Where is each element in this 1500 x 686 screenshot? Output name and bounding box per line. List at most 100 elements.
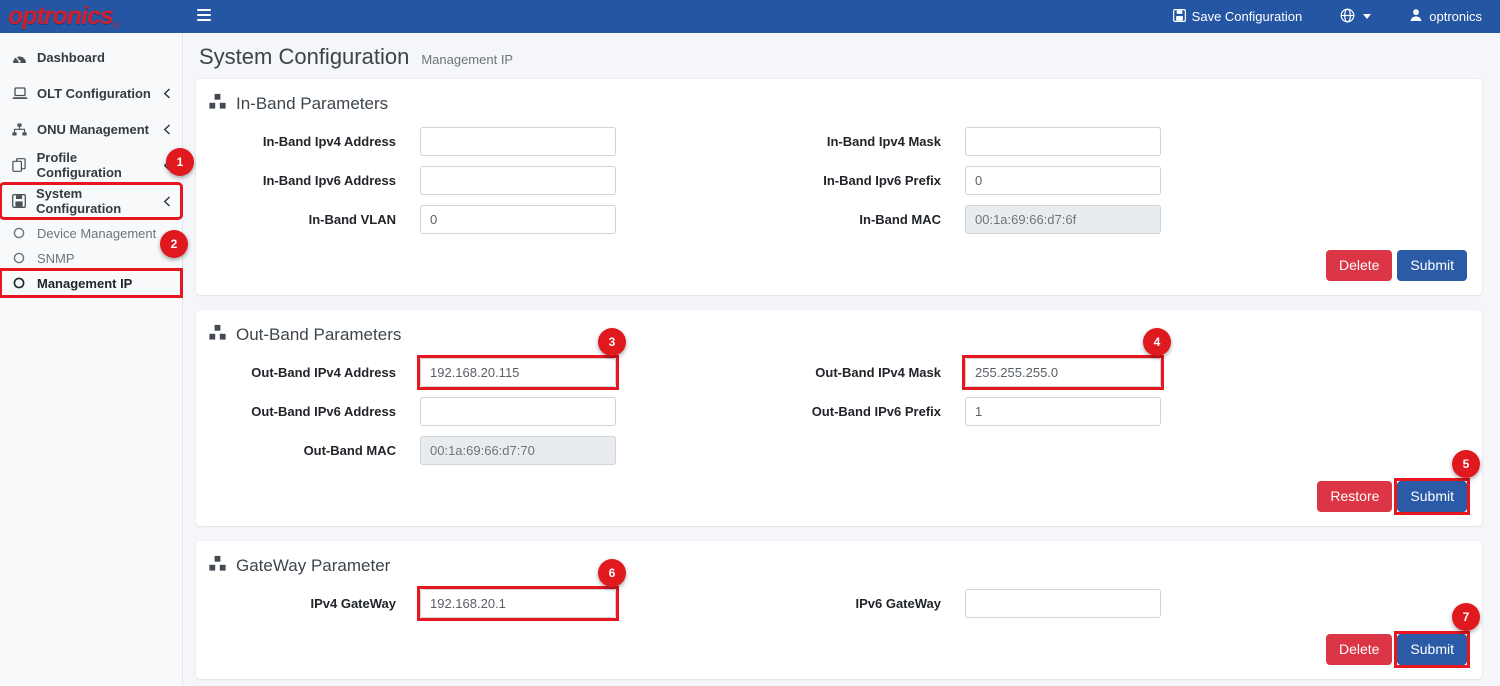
gateway-section-header: GateWay Parameter [206,549,1472,589]
main-content: System Configuration Management IP In-Ba… [183,0,1500,679]
inband-ipv6-address-input[interactable] [420,166,616,195]
chevron-left-icon [163,124,171,135]
circle-icon [13,227,27,239]
sidebar-subitem-management-ip[interactable]: Management IP [2,271,180,295]
user-menu[interactable]: optronics [1409,8,1482,25]
copy-icon [11,158,28,172]
save-configuration-button[interactable]: Save Configuration [1173,9,1303,25]
sidebar-subitem-device-management[interactable]: Device Management [2,221,180,245]
field-label: In-Band Ipv4 Mask [616,134,941,149]
gateway-submit-button[interactable]: Submit [1397,634,1467,665]
form-row: In-Band Ipv4 Address In-Band Ipv4 Mask [206,127,1472,156]
inband-section-header: In-Band Parameters [206,87,1472,127]
hamburger-icon [197,8,211,26]
sidebar: Dashboard OLT Configuration ONU Manageme… [0,33,183,686]
field-label: In-Band Ipv6 Address [206,173,396,188]
annotation-badge-6: 6 [598,559,626,587]
outband-submit-button[interactable]: Submit [1397,481,1467,512]
section-title: Out-Band Parameters [236,325,401,345]
sidebar-item-onu-management[interactable]: ONU Management [2,113,180,145]
inband-ipv4-mask-input[interactable] [965,127,1161,156]
field-label: Out-Band IPv4 Address [206,365,396,380]
inband-delete-button[interactable]: Delete [1326,250,1392,281]
brand-logo-text: optronics [8,4,113,29]
navbar-right: Save Configuration optronics [1173,8,1500,26]
sidebar-subitem-label: SNMP [37,251,75,266]
outband-restore-button[interactable]: Restore [1317,481,1392,512]
field-label: Out-Band MAC [206,443,396,458]
field-label: In-Band VLAN [206,212,396,227]
outband-section-header: Out-Band Parameters [206,318,1472,358]
sidebar-item-label: System Configuration [36,186,163,216]
form-row: Out-Band MAC [206,436,1472,465]
save-configuration-label: Save Configuration [1192,9,1303,24]
sidebar-item-profile-configuration[interactable]: Profile Configuration [2,149,180,181]
floppy-icon [1173,9,1186,25]
annotation-badge-2: 2 [160,230,188,258]
sidebar-toggle-button[interactable] [193,4,215,30]
annotation-badge-7: 7 [1452,603,1480,631]
floppy-icon [11,194,27,208]
inband-vlan-input[interactable] [420,205,616,234]
outband-ipv4-address-input[interactable] [420,358,616,387]
form-row: Out-Band IPv4 Address 3 Out-Band IPv4 Ma… [206,358,1472,387]
sidebar-item-label: ONU Management [37,122,149,137]
laptop-icon [11,87,28,100]
ipv6-gateway-input[interactable] [965,589,1161,618]
sidebar-item-label: Profile Configuration [37,150,163,180]
field-label: IPv6 GateWay [616,596,941,611]
sidebar-item-olt-configuration[interactable]: OLT Configuration [2,77,180,109]
sidebar-item-dashboard[interactable]: Dashboard [2,41,180,73]
sidebar-subitem-label: Device Management [37,226,156,241]
form-row: IPv4 GateWay 6 IPv6 GateWay [206,589,1472,618]
chevron-left-icon [163,196,171,207]
annotation-badge-4: 4 [1143,328,1171,356]
sidebar-subitem-snmp[interactable]: SNMP [2,246,180,270]
registered-trademark: ® [113,21,119,30]
user-icon [1409,8,1423,25]
field-label: Out-Band IPv6 Address [206,404,396,419]
form-row: In-Band Ipv6 Address In-Band Ipv6 Prefix [206,166,1472,195]
annotation-badge-3: 3 [598,328,626,356]
page-subtitle: Management IP [421,52,513,67]
top-navbar: optronics ® Save Configuration optronics [0,0,1500,33]
inband-button-row: Delete Submit [206,250,1467,281]
username-label: optronics [1429,9,1482,24]
cubes-icon [208,324,227,346]
inband-submit-button[interactable]: Submit [1397,250,1467,281]
form-row: Out-Band IPv6 Address Out-Band IPv6 Pref… [206,397,1472,426]
ipv4-gateway-input[interactable] [420,589,616,618]
field-label: In-Band Ipv6 Prefix [616,173,941,188]
field-label: In-Band MAC [616,212,941,227]
field-label: IPv4 GateWay [206,596,396,611]
section-title: In-Band Parameters [236,94,388,114]
cubes-icon [208,555,227,577]
field-label: Out-Band IPv4 Mask [616,365,941,380]
brand-logo[interactable]: optronics ® [0,0,183,33]
chevron-left-icon [163,88,171,99]
inband-ipv6-prefix-input[interactable] [965,166,1161,195]
circle-icon [13,252,27,264]
sitemap-icon [11,123,28,136]
globe-icon [1340,8,1355,26]
gateway-parameter-card: GateWay Parameter IPv4 GateWay 6 IPv6 Ga… [196,541,1482,679]
field-label: In-Band Ipv4 Address [206,134,396,149]
outband-parameters-card: Out-Band Parameters Out-Band IPv4 Addres… [196,310,1482,526]
page-title: System Configuration [199,44,409,70]
gateway-delete-button[interactable]: Delete [1326,634,1392,665]
outband-ipv6-prefix-input[interactable] [965,397,1161,426]
inband-mac-input [965,205,1161,234]
circle-icon [13,277,27,289]
form-row: In-Band VLAN In-Band MAC [206,205,1472,234]
gateway-button-row: Delete Submit 7 [206,634,1467,665]
sidebar-subitem-label: Management IP [37,276,132,291]
outband-ipv6-address-input[interactable] [420,397,616,426]
language-menu[interactable] [1340,8,1371,26]
inband-ipv4-address-input[interactable] [420,127,616,156]
annotation-badge-5: 5 [1452,450,1480,478]
outband-ipv4-mask-input[interactable] [965,358,1161,387]
field-label: Out-Band IPv6 Prefix [616,404,941,419]
cubes-icon [208,93,227,115]
sidebar-item-system-configuration[interactable]: System Configuration [2,185,180,217]
outband-button-row: Restore Submit 5 [206,481,1467,512]
